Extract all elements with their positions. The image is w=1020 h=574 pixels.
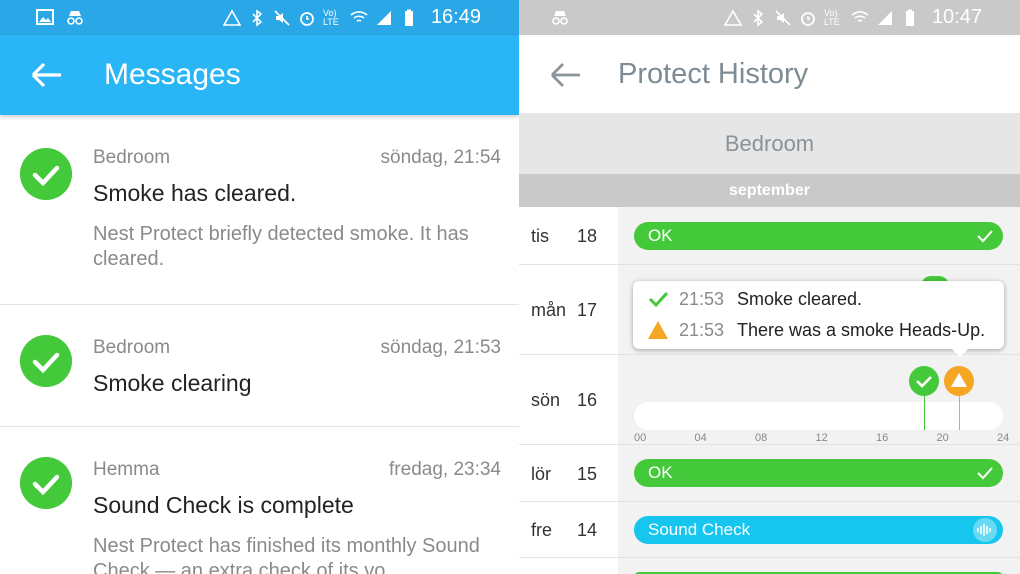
wifi-icon <box>350 10 368 22</box>
day-name: mån <box>531 300 567 320</box>
page-title: Messages <box>104 58 241 91</box>
day-number: 16 <box>577 390 598 410</box>
tooltip-pointer <box>951 348 969 357</box>
row-divider <box>519 557 1020 558</box>
message-date: söndag, 21:54 <box>380 147 501 168</box>
message-item[interactable]: Bedroom söndag, 21:53 Smoke clearing <box>0 305 519 427</box>
timeline-tick-label: 04 <box>694 432 707 444</box>
message-item[interactable]: Hemma fredag, 23:34 Sound Check is compl… <box>0 427 519 574</box>
month-header: september <box>519 174 1020 207</box>
check-circle-icon <box>20 457 72 509</box>
signal-icon <box>376 10 391 25</box>
mute-icon <box>775 9 791 26</box>
day-number: 17 <box>577 300 598 320</box>
message-headline: Smoke clearing <box>93 370 252 396</box>
row-divider <box>519 501 1020 502</box>
event-label: Sound Check <box>648 520 751 539</box>
app-bar: Protect History <box>519 35 1020 113</box>
protect-history-screen: Vo) LTE 10:47 Protect History Bedroom se… <box>519 0 1020 574</box>
tooltip-time: 21:53 <box>679 319 725 340</box>
status-time: 16:49 <box>430 6 481 28</box>
event-label: OK <box>648 226 673 245</box>
status-bar: Vo) LTE 16:49 <box>0 0 519 35</box>
signal-icon <box>877 10 892 25</box>
timeline-tick-label: 16 <box>876 432 889 444</box>
gallery-icon <box>36 9 54 25</box>
message-date: söndag, 21:53 <box>380 337 501 358</box>
timeline-tick-label: 08 <box>755 432 768 444</box>
back-arrow-icon[interactable] <box>30 60 64 90</box>
check-icon <box>977 230 993 243</box>
alarm-icon <box>300 11 314 26</box>
message-item[interactable]: Bedroom söndag, 21:54 Smoke has cleared.… <box>0 115 519 305</box>
status-bar: Vo) LTE 10:47 <box>519 0 1020 35</box>
volte-label: Vo) LTE <box>823 7 840 27</box>
event-marker-line <box>924 395 925 430</box>
data-saver-icon <box>723 8 742 26</box>
row-divider <box>519 264 1020 265</box>
bluetooth-icon <box>252 8 263 27</box>
app-bar: Messages <box>0 35 519 115</box>
row-divider <box>519 354 1020 355</box>
event-tooltip: 21:53 Smoke cleared. 21:53 There was a s… <box>633 281 1004 357</box>
event-pill-ok[interactable]: OK <box>634 222 1003 250</box>
day-name: lör <box>531 464 552 484</box>
event-pill-ok[interactable]: OK <box>634 459 1003 487</box>
mute-icon <box>274 9 290 26</box>
status-time: 10:47 <box>931 6 982 28</box>
smoke-cleared-marker-icon[interactable] <box>909 366 939 396</box>
timeline-tick-label: 24 <box>997 432 1010 444</box>
tooltip-text: There was a smoke Heads-Up. <box>737 319 986 340</box>
event-marker-line <box>959 395 960 430</box>
message-body: Nest Protect has finished its monthly So… <box>93 535 480 574</box>
bluetooth-icon <box>753 8 764 27</box>
tooltip-text: Smoke cleared. <box>737 288 863 309</box>
message-location: Hemma <box>93 459 160 480</box>
day-number: 18 <box>577 226 598 246</box>
timeline-tick-label: 20 <box>936 432 949 444</box>
tooltip-time: 21:53 <box>679 288 725 309</box>
check-circle-icon <box>20 148 72 200</box>
timeline-tick-label: 00 <box>634 432 647 444</box>
messages-screen: Vo) LTE 16:49 Messages Bedroom söndag, 2… <box>0 0 519 574</box>
sound-wave-icon <box>973 518 997 542</box>
day-number: 15 <box>577 464 598 484</box>
battery-icon <box>404 9 413 26</box>
message-date: fredag, 23:34 <box>389 459 501 480</box>
message-headline: Smoke has cleared. <box>93 180 297 206</box>
data-saver-icon <box>222 8 241 26</box>
incognito-icon <box>67 11 83 25</box>
message-location: Bedroom <box>93 147 171 168</box>
day-name: sön <box>531 390 561 410</box>
day-name: fre <box>531 520 553 540</box>
message-location: Bedroom <box>93 337 171 358</box>
location-header: Bedroom <box>519 113 1020 174</box>
back-arrow-icon[interactable] <box>549 60 583 90</box>
check-icon <box>977 467 993 480</box>
tooltip-row: 21:53 Smoke cleared. <box>647 287 862 311</box>
timeline-tick-label: 12 <box>815 432 828 444</box>
message-headline: Sound Check is complete <box>93 492 354 518</box>
alarm-icon <box>801 11 815 26</box>
volte-label: Vo) LTE <box>322 7 339 27</box>
day-number: 14 <box>577 520 598 540</box>
battery-icon <box>905 9 914 26</box>
event-pill-sound-check[interactable]: Sound Check <box>634 516 1003 544</box>
event-label: OK <box>648 463 673 482</box>
wifi-icon <box>851 10 869 22</box>
warning-icon <box>648 321 668 339</box>
heads-up-marker-icon[interactable] <box>944 366 974 396</box>
check-icon <box>648 291 669 308</box>
day-timeline[interactable] <box>634 402 1003 430</box>
page-title: Protect History <box>618 57 809 90</box>
message-body: Nest Protect briefly detected smoke. It … <box>93 223 469 270</box>
incognito-icon <box>552 11 568 25</box>
day-name: tis <box>531 226 549 246</box>
check-circle-icon <box>20 335 72 387</box>
tooltip-row: 21:53 There was a smoke Heads-Up. <box>647 318 985 342</box>
row-divider <box>519 444 1020 445</box>
